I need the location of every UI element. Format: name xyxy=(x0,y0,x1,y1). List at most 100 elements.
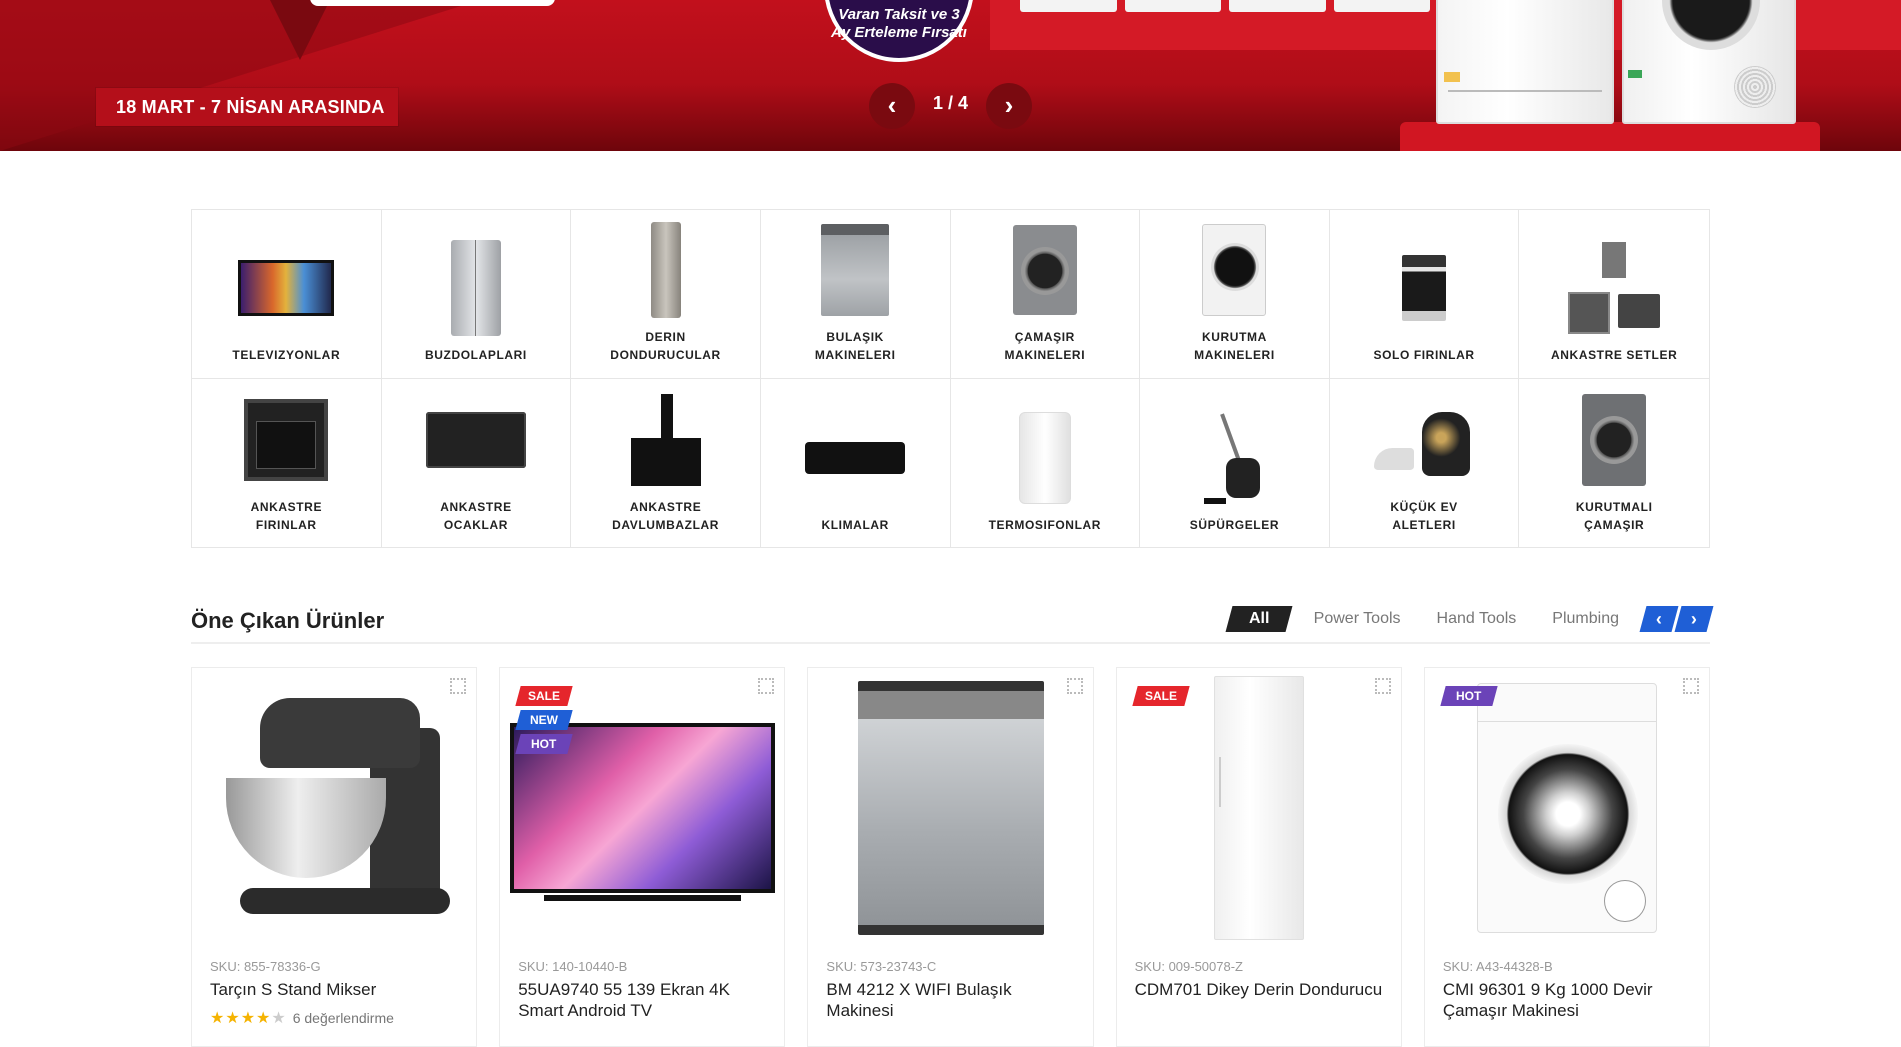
category-ankastre-davlumbazlar[interactable]: ANKASTRE DAVLUMBAZLAR xyxy=(571,379,761,548)
product-badges: SALE NEW HOT xyxy=(515,686,573,754)
hero-installment-badge: Varan Taksit ve 3 Ay Erteleme Fırsatı xyxy=(824,0,974,62)
category-label: ANKASTRE SETLER xyxy=(1551,348,1678,362)
stars-filled: ★★★★ xyxy=(210,1010,272,1027)
hero-dryer-image xyxy=(1622,0,1796,124)
badge-label: SALE xyxy=(1144,689,1177,703)
washing-machine-icon xyxy=(985,220,1105,320)
chevron-left-icon: ‹ xyxy=(1656,608,1662,629)
air-conditioner-icon xyxy=(795,408,915,508)
product-sku: SKU: 573-23743-C xyxy=(826,959,937,974)
product-card[interactable]: SKU: 573-23743-C BM 4212 X WIFI Bulaşık … xyxy=(807,667,1094,1047)
tabs-prev-button[interactable]: ‹ xyxy=(1639,606,1679,632)
category-label: TERMOSIFONLAR xyxy=(988,518,1102,532)
category-label: SOLO FIRINLAR xyxy=(1373,348,1475,362)
product-badges: HOT xyxy=(1440,686,1498,706)
category-label: TELEVIZYONLAR xyxy=(232,348,341,362)
product-image[interactable] xyxy=(818,678,1083,938)
category-label: SÜPÜRGELER xyxy=(1189,518,1280,532)
tab-all[interactable]: All xyxy=(1225,606,1294,632)
water-heater-icon xyxy=(985,408,1105,508)
hero-decor-left xyxy=(0,0,480,151)
hot-badge: HOT xyxy=(515,734,573,754)
category-televizyonlar[interactable]: TELEVIZYONLAR xyxy=(192,210,382,379)
freezer-icon xyxy=(606,220,726,320)
product-image[interactable] xyxy=(1127,676,1392,940)
tab-label: All xyxy=(1249,610,1270,627)
product-filter-tabs: All Power Tools Hand Tools Plumbing ‹ › xyxy=(1225,606,1714,632)
built-in-oven-icon xyxy=(226,390,346,490)
category-label: KLIMALAR xyxy=(821,518,889,532)
slider-counter: 1 / 4 xyxy=(932,93,969,113)
category-label: ANKASTRE DAVLUMBAZLAR xyxy=(612,500,720,532)
product-list: SKU: 855-78336-G Tarçın S Stand Mikser ★… xyxy=(191,667,1711,1047)
category-supurgeler[interactable]: SÜPÜRGELER xyxy=(1140,379,1330,548)
stars-empty: ★ xyxy=(271,1010,287,1027)
fridge-icon xyxy=(416,238,536,338)
product-sku: SKU: 855-78336-G xyxy=(210,959,321,974)
dishwasher-icon xyxy=(795,220,915,320)
category-label: BUZDOLAPLARI xyxy=(425,348,527,362)
category-label: KURUTMA MAKINELERI xyxy=(1194,330,1275,362)
category-label: ANKASTRE OCAKLAR xyxy=(440,500,512,532)
slider-next-button[interactable]: › xyxy=(986,83,1032,129)
category-camasir-makineleri[interactable]: ÇAMAŞIR MAKINELERI xyxy=(950,210,1141,379)
tab-power-tools[interactable]: Power Tools xyxy=(1296,606,1419,632)
sale-badge: SALE xyxy=(515,686,573,706)
product-sku: SKU: A43-44328-B xyxy=(1442,959,1553,974)
category-ankastre-setler[interactable]: ANKASTRE SETLER xyxy=(1519,210,1709,379)
hero-platform xyxy=(1400,122,1820,151)
hood-icon xyxy=(606,390,726,490)
tab-plumbing[interactable]: Plumbing xyxy=(1534,606,1637,632)
sale-badge: SALE xyxy=(1131,686,1190,706)
product-name[interactable]: 55UA9740 55 139 Ekran 4K Smart Android T… xyxy=(518,979,768,1021)
product-sku: SKU: 009-50078-Z xyxy=(1134,959,1244,974)
badge-label: HOT xyxy=(1456,689,1482,703)
hero-date-label: 18 MART - 7 NİSAN ARASINDA xyxy=(96,88,398,126)
category-termosifonlar[interactable]: TERMOSIFONLAR xyxy=(951,379,1141,548)
category-label: KURUTMALI ÇAMAŞIR xyxy=(1575,500,1653,532)
product-image[interactable] xyxy=(202,678,467,938)
product-card[interactable]: SALE NEW HOT SKU: 140-10440-B 55UA9740 5… xyxy=(499,667,786,1047)
washer-dryer-icon xyxy=(1554,390,1674,490)
hero-decor-triangle xyxy=(270,0,330,60)
product-card[interactable]: SALE SKU: 009-50078-Z CDM701 Dikey Derin… xyxy=(1115,667,1402,1047)
product-name[interactable]: Tarçın S Stand Mikser xyxy=(210,979,460,1000)
section-title: Öne Çıkan Ürünler xyxy=(191,608,385,633)
vacuum-icon xyxy=(1174,408,1294,508)
category-bulasik-makineleri[interactable]: BULAŞIK MAKINELERI xyxy=(760,210,951,379)
built-in-set-icon xyxy=(1554,238,1674,338)
tv-icon xyxy=(226,238,346,338)
new-badge: NEW xyxy=(515,710,573,730)
category-klimalar[interactable]: KLIMALAR xyxy=(761,379,951,548)
tabs-next-button[interactable]: › xyxy=(1674,606,1714,632)
category-buzdolaplari[interactable]: BUZDOLAPLARI xyxy=(381,210,572,379)
product-badges: SALE xyxy=(1131,686,1190,706)
category-kucuk-ev-aletleri[interactable]: KÜÇÜK EV ALETLERI xyxy=(1330,379,1520,548)
category-label: ÇAMAŞIR MAKINELERI xyxy=(1004,330,1086,362)
category-derin-dondurucular[interactable]: DERIN DONDURUCULAR xyxy=(571,210,761,379)
product-name[interactable]: CDM701 Dikey Derin Dondurucu xyxy=(1135,979,1385,1000)
hob-icon xyxy=(416,390,536,490)
hot-badge: HOT xyxy=(1440,686,1498,706)
category-solo-firinlar[interactable]: SOLO FIRINLAR xyxy=(1329,210,1520,379)
product-name[interactable]: CMI 96301 9 Kg 1000 Devir Çamaşır Makine… xyxy=(1443,979,1693,1021)
category-ankastre-firinlar[interactable]: ANKASTRE FIRINLAR xyxy=(192,379,382,548)
small-appliance-icon xyxy=(1364,390,1484,490)
hero-banner[interactable]: 18 MART - 7 NİSAN ARASINDA Varan Taksit … xyxy=(0,0,1901,151)
tab-arrows: ‹ › xyxy=(1639,606,1714,632)
category-kurutmali-camasir[interactable]: KURUTMALI ÇAMAŞIR xyxy=(1519,379,1709,548)
category-ankastre-ocaklar[interactable]: ANKASTRE OCAKLAR xyxy=(382,379,572,548)
product-image[interactable] xyxy=(1435,678,1700,938)
product-sku: SKU: 140-10440-B xyxy=(518,959,628,974)
slider-prev-button[interactable]: ‹ xyxy=(869,83,915,129)
product-card[interactable]: SKU: 855-78336-G Tarçın S Stand Mikser ★… xyxy=(191,667,478,1047)
dryer-icon xyxy=(1174,220,1294,320)
product-card[interactable]: HOT SKU: A43-44328-B CMI 96301 9 Kg 1000… xyxy=(1423,667,1711,1047)
category-kurutma-makineleri[interactable]: KURUTMA MAKINELERI xyxy=(1140,210,1330,379)
badge-label: HOT xyxy=(531,737,557,751)
category-grid: TELEVIZYONLAR BUZDOLAPLARI DERIN DONDURU… xyxy=(191,209,1710,548)
tab-hand-tools[interactable]: Hand Tools xyxy=(1419,606,1535,632)
rating-count: 6 değerlendirme xyxy=(292,1010,394,1026)
product-name[interactable]: BM 4212 X WIFI Bulaşık Makinesi xyxy=(826,979,1076,1021)
category-label: DERIN DONDURUCULAR xyxy=(610,330,721,362)
